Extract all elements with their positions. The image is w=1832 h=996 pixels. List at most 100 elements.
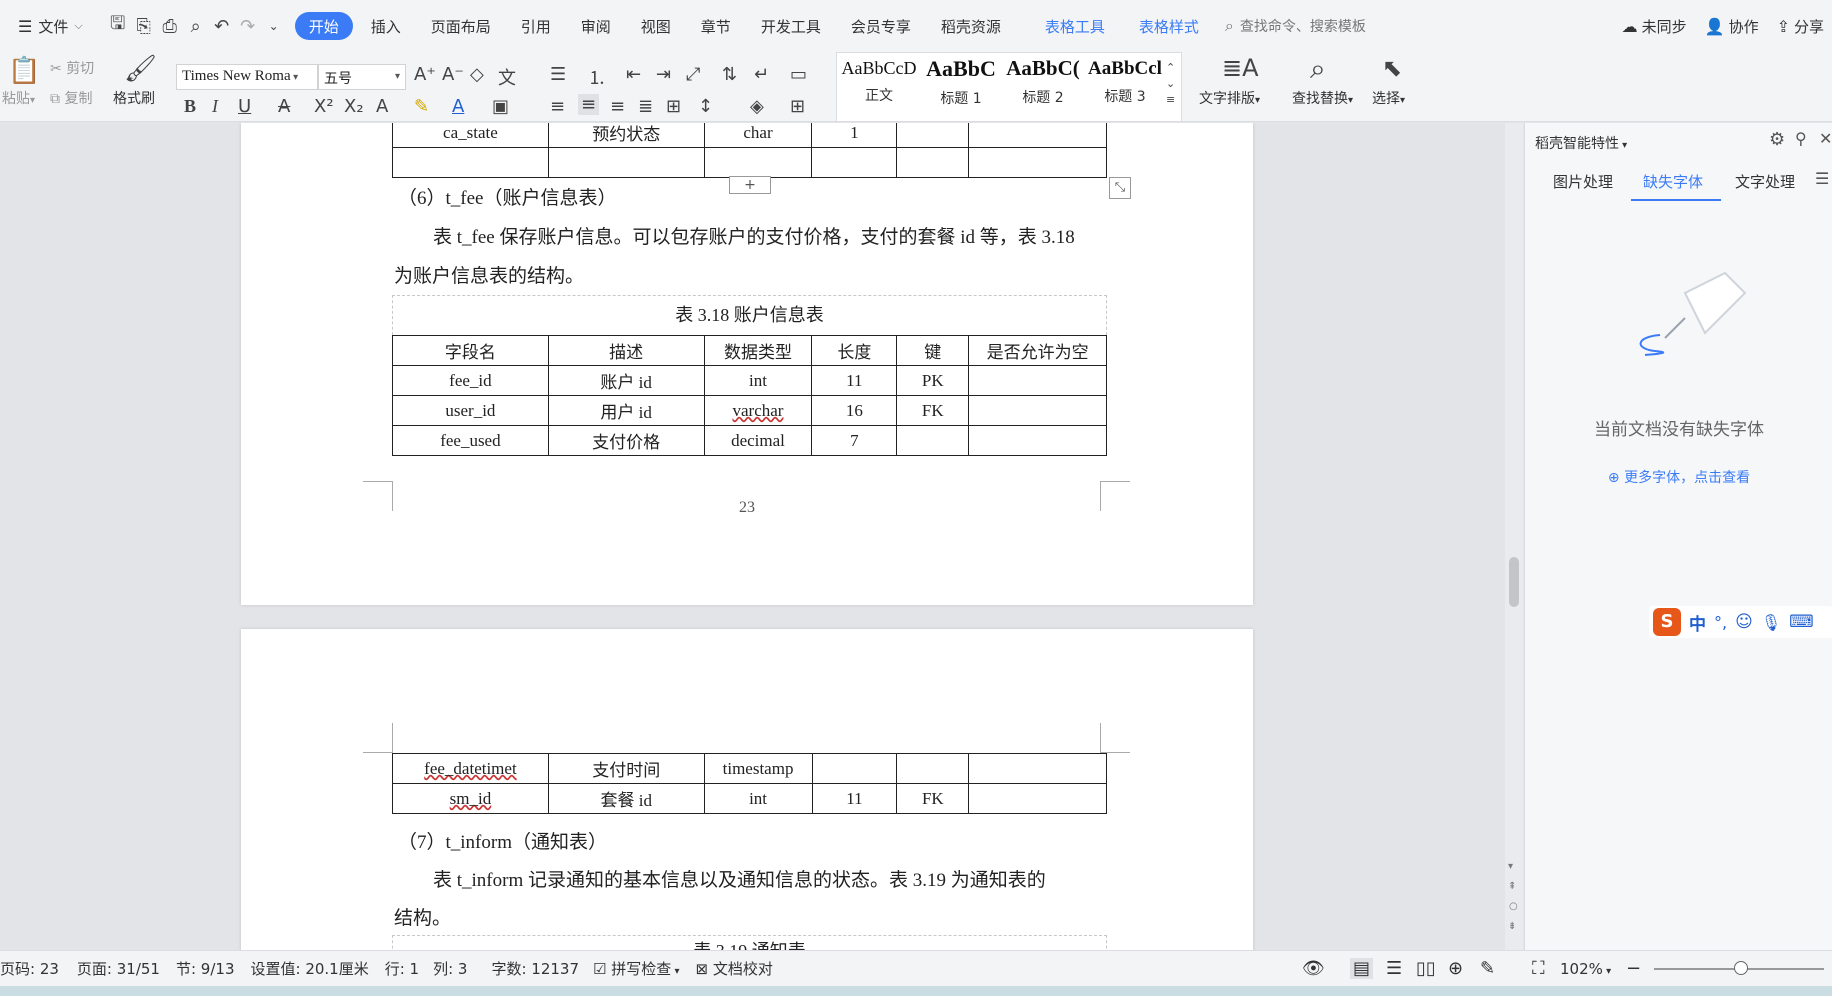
tab-docer-resources[interactable]: 稻壳资源 — [929, 11, 1013, 41]
align-center-icon[interactable]: ≡ — [578, 94, 600, 115]
text-layout-icon[interactable]: ≣A — [1222, 54, 1259, 82]
tab-developer[interactable]: 开发工具 — [749, 11, 833, 41]
table-cell[interactable]: 账户 id — [547, 365, 705, 396]
paste-icon[interactable]: 📋 — [8, 56, 40, 86]
table-cell[interactable]: int — [703, 365, 813, 396]
table-cell[interactable]: char — [703, 123, 813, 148]
spellcheck-word[interactable]: fee_datetimet — [424, 759, 517, 778]
close-icon[interactable]: ✕ — [1819, 129, 1832, 148]
align-left-icon[interactable]: ≡ — [550, 96, 565, 117]
style-heading3[interactable]: AaBbCcl 标题 3 — [1084, 52, 1166, 122]
text-direction-icon[interactable]: ⤢ — [686, 64, 700, 85]
undo-icon[interactable]: ↶ — [209, 13, 235, 39]
subscript-icon[interactable]: X₂ — [344, 96, 364, 117]
numbered-list-icon[interactable]: ⒈ — [588, 64, 606, 90]
table-cell[interactable]: 支付价格 — [547, 425, 705, 456]
ruler-icon[interactable]: ▭ — [790, 64, 807, 85]
table-cell[interactable] — [896, 425, 970, 456]
char-border-icon[interactable]: ▣ — [492, 96, 509, 117]
add-row-button[interactable]: + — [729, 176, 771, 194]
tab-table-style[interactable]: 表格样式 — [1127, 11, 1211, 41]
table-cell[interactable]: 7 — [811, 425, 898, 456]
find-replace-button[interactable]: 查找替换▾ — [1292, 88, 1353, 108]
collab-button[interactable]: 👤 协作 — [1705, 16, 1759, 37]
table-header-cell[interactable]: 数据类型 — [703, 335, 813, 366]
table-header-cell[interactable]: 描述 — [547, 335, 705, 366]
font-size-select[interactable]: 五号 ▾ — [318, 64, 406, 90]
ime-toolbar[interactable]: S 中 °, ☺ 🎙 ⌨ — [1649, 606, 1832, 638]
table-header-cell[interactable]: 键 — [896, 335, 970, 366]
microphone-icon[interactable]: 🎙 — [1761, 613, 1781, 632]
scroll-down-arrow-icon[interactable]: ▾ — [1508, 861, 1513, 872]
table-cell[interactable] — [968, 147, 1107, 178]
borders-icon[interactable]: ⊞ — [790, 96, 805, 117]
emoji-icon[interactable]: ☺ — [1735, 612, 1753, 632]
table-row[interactable]: ca_state 预约状态 char 1 — [392, 123, 1107, 148]
keyboard-icon[interactable]: ⌨ — [1789, 612, 1814, 632]
table-cell[interactable]: 16 — [811, 395, 898, 426]
tab-member[interactable]: 会员专享 — [839, 11, 923, 41]
table-row[interactable]: fee_used 支付价格 decimal 7 — [392, 425, 1107, 456]
style-normal[interactable]: AaBbCcD 正文 — [838, 52, 920, 122]
resize-table-icon[interactable]: ⤡ — [1109, 177, 1131, 199]
document-area[interactable]: ca_state 预约状态 char 1 + ⤡ （6）t_fee（账户信息表）… — [0, 123, 1510, 950]
table-row[interactable]: fee_id 账户 id int 11 PK — [392, 365, 1107, 396]
clear-format-icon[interactable]: ◇ — [470, 64, 484, 85]
format-painter-button[interactable]: 格式刷 — [113, 88, 155, 108]
copy-button[interactable]: ⧉ 复制 — [50, 88, 92, 108]
file-menu[interactable]: ☰ 文件 ⌵ — [6, 11, 95, 41]
account-info-table-continued[interactable]: fee_datetimet 支付时间 timestamp sm_id 套餐 id… — [392, 753, 1107, 814]
tab-table-tools[interactable]: 表格工具 — [1033, 11, 1117, 41]
font-name-select[interactable]: Times New Roma ▾ — [176, 64, 318, 90]
zoom-level[interactable]: 102% ▾ — [1560, 960, 1611, 978]
table-cell[interactable]: fee_id — [392, 365, 549, 396]
print-icon[interactable]: ⎙ — [157, 13, 183, 39]
find-replace-icon[interactable]: ⌕ — [1310, 52, 1326, 86]
redo-icon[interactable]: ↷ — [235, 13, 261, 39]
tab-text-processing[interactable]: 文字处理 — [1735, 171, 1795, 192]
show-marks-icon[interactable]: ↵ — [754, 64, 769, 85]
style-heading1[interactable]: AaBbC 标题 1 — [920, 52, 1002, 122]
table-cell[interactable]: varchar — [703, 395, 813, 426]
next-page-icon[interactable]: ⇟ — [1508, 921, 1516, 932]
table-cell[interactable]: 11 — [811, 783, 898, 814]
sort-icon[interactable]: ⇅ — [722, 64, 737, 85]
table-cell[interactable] — [896, 753, 970, 784]
table-header-cell[interactable]: 字段名 — [392, 335, 549, 366]
decrease-indent-icon[interactable]: ⇤ — [626, 64, 641, 85]
web-view-icon[interactable]: ⊕ — [1448, 958, 1463, 979]
table-cell[interactable]: sm_id — [392, 783, 549, 814]
prev-page-icon[interactable]: ⇞ — [1508, 881, 1516, 892]
table-cell[interactable]: user_id — [392, 395, 549, 426]
document-page-23[interactable]: ca_state 预约状态 char 1 + ⤡ （6）t_fee（账户信息表）… — [241, 123, 1253, 605]
align-right-icon[interactable]: ≡ — [610, 96, 625, 117]
command-search[interactable]: ⌕ 查找命令、搜索模板 — [1225, 16, 1366, 36]
pin-icon[interactable]: ⚲ — [1795, 129, 1807, 148]
export-pdf-icon[interactable]: ⎘ — [131, 13, 157, 39]
select-browse-icon[interactable]: ○ — [1509, 901, 1518, 912]
spellcheck-word[interactable]: varchar — [732, 401, 783, 420]
table-row[interactable]: sm_id 套餐 id int 11 FK — [392, 783, 1107, 814]
font-color-icon[interactable]: A — [452, 96, 464, 117]
table-cell[interactable]: int — [703, 783, 813, 814]
tab-references[interactable]: 引用 — [509, 11, 563, 41]
document-page-24[interactable]: fee_datetimet 支付时间 timestamp sm_id 套餐 id… — [241, 629, 1253, 950]
status-setting[interactable]: 设置值: 20.1厘米 — [251, 958, 369, 979]
scrollbar-thumb[interactable] — [1509, 557, 1519, 607]
status-col[interactable]: 列: 3 — [433, 958, 467, 979]
table-row[interactable]: user_id 用户 id varchar 16 FK — [392, 395, 1107, 426]
table-cell[interactable] — [968, 395, 1107, 426]
vertical-scrollbar[interactable]: ▾ ⇞ ○ ⇟ — [1505, 123, 1523, 950]
tab-view[interactable]: 视图 — [629, 11, 683, 41]
format-painter-icon[interactable]: 🖌 — [124, 54, 157, 84]
table-cell[interactable]: timestamp — [703, 753, 813, 784]
strikethrough-icon[interactable]: A — [278, 96, 290, 117]
fit-page-icon[interactable]: ⛶ — [1532, 958, 1545, 979]
table-cell[interactable]: 1 — [811, 123, 898, 148]
table-cell[interactable] — [896, 123, 970, 148]
style-heading2[interactable]: AaBbC( 标题 2 — [1002, 52, 1084, 122]
spellcheck-word[interactable]: sm_id — [450, 789, 492, 808]
table-cell[interactable]: 支付时间 — [547, 753, 705, 784]
table-cell[interactable]: PK — [896, 365, 970, 396]
table-cell[interactable]: 预约状态 — [547, 123, 705, 148]
